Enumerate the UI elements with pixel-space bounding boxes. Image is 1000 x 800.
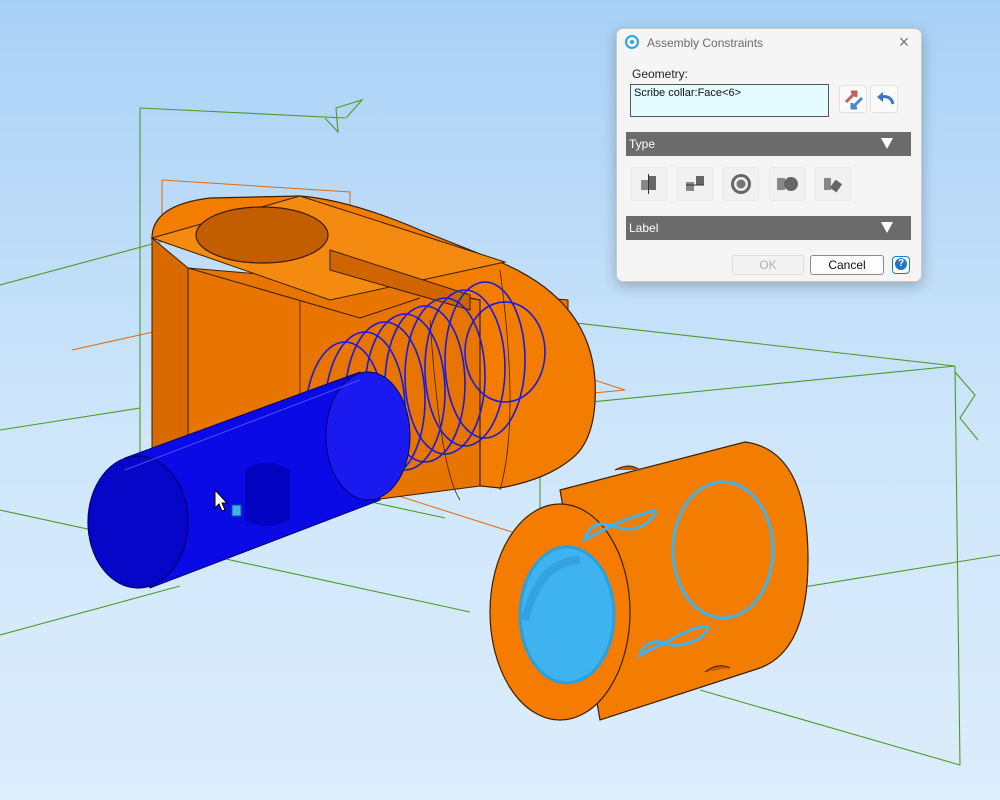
angle-constraint-button[interactable] bbox=[815, 167, 851, 201]
close-button[interactable]: × bbox=[895, 33, 913, 51]
tangent-icon bbox=[777, 177, 798, 191]
tangent-constraint-button[interactable] bbox=[769, 167, 805, 201]
undo-button[interactable] bbox=[870, 85, 898, 113]
mate-icon bbox=[641, 174, 656, 194]
dialog-title: Assembly Constraints bbox=[647, 36, 764, 50]
flush-constraint-button[interactable] bbox=[677, 167, 713, 201]
assembly-app-icon bbox=[625, 35, 639, 49]
angle-icon bbox=[824, 178, 843, 193]
help-icon: ? bbox=[895, 258, 907, 270]
mate-constraint-button[interactable] bbox=[631, 167, 667, 201]
ok-button[interactable]: OK bbox=[732, 255, 804, 275]
dialog-titlebar[interactable]: Assembly Constraints × bbox=[617, 29, 921, 59]
collapse-triangle-icon bbox=[881, 222, 893, 233]
help-button[interactable]: ? bbox=[892, 256, 910, 274]
label-section-header[interactable]: Label bbox=[626, 216, 911, 240]
concentric-constraint-button[interactable] bbox=[723, 167, 759, 201]
undo-arrow-icon bbox=[877, 92, 895, 105]
type-section-label: Type bbox=[629, 137, 656, 151]
swap-arrows-icon bbox=[844, 90, 864, 110]
cancel-button[interactable]: Cancel bbox=[810, 255, 884, 275]
concentric-icon bbox=[731, 174, 751, 194]
swap-direction-button[interactable] bbox=[839, 85, 867, 113]
assembly-constraints-dialog: Assembly Constraints × Geometry: Scribe … bbox=[616, 28, 922, 282]
geometry-label: Geometry: bbox=[632, 67, 689, 81]
collapse-triangle-icon bbox=[881, 138, 893, 149]
flush-icon bbox=[686, 176, 704, 191]
type-section-header[interactable]: Type bbox=[626, 132, 911, 156]
label-section-label: Label bbox=[629, 221, 659, 235]
geometry-field[interactable]: Scribe collar:Face<6> bbox=[630, 84, 829, 117]
scribe-collar[interactable] bbox=[489, 441, 809, 721]
